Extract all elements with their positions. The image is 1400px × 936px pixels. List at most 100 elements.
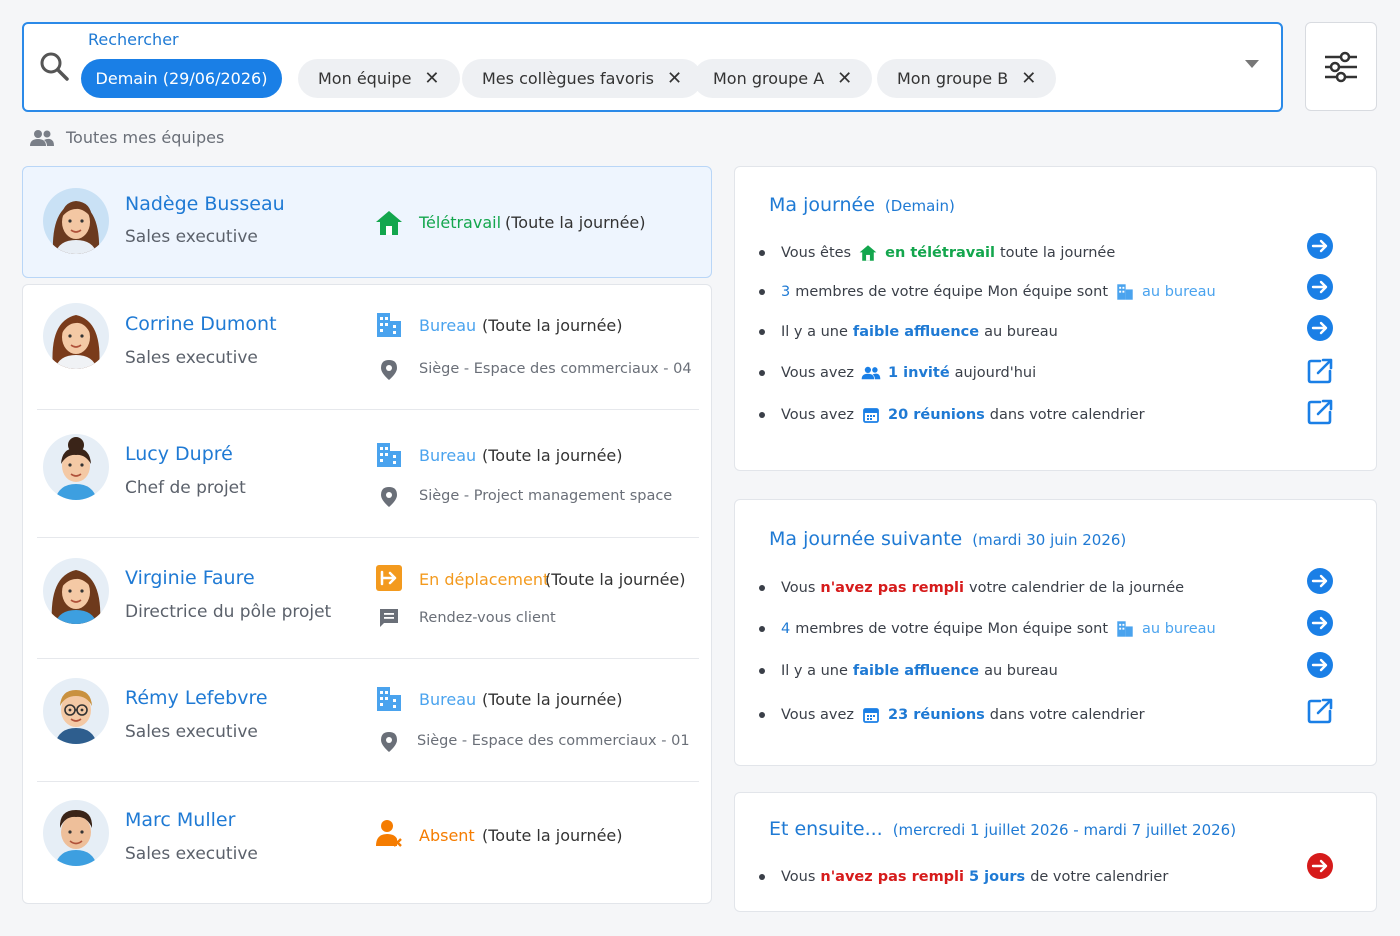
info-row: Vous avez 23 réunions dans votre calendr… [759, 702, 1336, 728]
external-link-icon[interactable] [1306, 697, 1334, 725]
comment-icon [380, 609, 398, 627]
close-icon[interactable]: ✕ [667, 68, 682, 89]
card-title: Ma journée (Demain) [769, 194, 955, 216]
chevron-down-icon[interactable] [1245, 60, 1259, 68]
info-row: Vous n'avez pas rempli 5 jours de votre … [759, 864, 1336, 890]
group-icon [30, 129, 54, 146]
member-name[interactable]: Lucy Dupré [125, 443, 233, 465]
card-subtitle: (mercredi 1 juillet 2026 - mardi 7 juill… [892, 821, 1237, 839]
row-text: membres de votre équipe Mon équipe sont [795, 284, 1109, 300]
status-duration: (Toute la journée) [482, 690, 623, 709]
member-name[interactable]: Marc Muller [125, 809, 235, 831]
member-group: Corrine Dumont Sales executive Bureau (T… [22, 284, 712, 904]
card-title-text: Et ensuite... [769, 818, 883, 840]
status-duration: (Toute la journée) [545, 570, 686, 589]
travel-icon [376, 565, 402, 591]
row-text: membres de votre équipe Mon équipe sont [795, 621, 1109, 637]
my-day-card: Ma journée (Demain) Vous êtes en télétrav… [734, 166, 1377, 471]
arrow-right-circle-icon[interactable] [1306, 314, 1334, 342]
member-name[interactable]: Corrine Dumont [125, 313, 277, 335]
chip-groupe-b[interactable]: Mon groupe B ✕ [877, 59, 1057, 98]
card-subtitle: (mardi 30 juin 2026) [972, 531, 1127, 549]
status-detail: Siège - Espace des commerciaux - 01 [417, 733, 690, 749]
building-icon [1114, 619, 1136, 639]
calendar-icon [860, 705, 882, 725]
building-icon [1114, 282, 1136, 302]
row-text: au bureau [984, 663, 1058, 679]
row-text: dans votre calendrier [989, 707, 1145, 723]
info-row: Vous êtes en télétravail toute la journé… [759, 240, 1336, 266]
avatar [43, 800, 109, 866]
row-text: Il y a une [781, 663, 848, 679]
row-text: Vous avez [781, 707, 855, 723]
row-text: votre calendrier de la journée [969, 580, 1185, 596]
calendar-icon [860, 405, 882, 425]
status-detail: Siège - Espace des commerciaux - 04 [419, 361, 692, 377]
external-link-icon[interactable] [1306, 357, 1334, 385]
row-highlight: au bureau [1142, 284, 1216, 300]
row-text: Vous êtes [781, 245, 852, 261]
member-card-lucy[interactable]: Lucy Dupré Chef de projet Bureau (Toute … [23, 410, 713, 537]
member-card-virginie[interactable]: Virginie Faure Directrice du pôle projet… [23, 538, 713, 658]
avatar [43, 303, 109, 369]
close-icon[interactable]: ✕ [1021, 68, 1036, 89]
member-name[interactable]: Virginie Faure [125, 567, 255, 589]
member-card-corrine[interactable]: Corrine Dumont Sales executive Bureau (T… [23, 285, 713, 409]
info-row: Il y a une faible affluence au bureau [759, 658, 1336, 684]
section-label: Toutes mes équipes [30, 128, 224, 147]
row-text: aujourd'hui [954, 365, 1037, 381]
chip-favoris[interactable]: Mes collègues favoris ✕ [462, 59, 703, 98]
status-duration: (Toute la journée) [482, 316, 623, 335]
card-title-text: Ma journée suivante [769, 528, 963, 550]
location-pin-icon [381, 360, 397, 380]
card-title-text: Ma journée [769, 194, 875, 216]
member-name[interactable]: Rémy Lefebvre [125, 687, 268, 709]
status-text: Télétravail [419, 213, 502, 232]
chip-groupe-a[interactable]: Mon groupe A ✕ [693, 59, 873, 98]
avatar [43, 558, 109, 624]
chip-date[interactable]: Demain (29/06/2026) [81, 59, 282, 98]
arrow-right-circle-icon[interactable] [1306, 232, 1334, 260]
building-icon [377, 313, 401, 337]
row-highlight: 20 réunions [888, 407, 985, 423]
search-icon[interactable] [38, 50, 70, 82]
row-text: au bureau [984, 324, 1058, 340]
info-row: Vous n'avez pas rempli votre calendrier … [759, 575, 1336, 601]
row-warning: n'avez pas rempli [820, 580, 964, 596]
next-day-card: Ma journée suivante (mardi 30 juin 2026) … [734, 499, 1377, 766]
arrow-right-circle-icon[interactable] [1306, 852, 1334, 880]
close-icon[interactable]: ✕ [837, 68, 852, 89]
member-card-remy[interactable]: Rémy Lefebvre Sales executive Bureau (To… [23, 659, 713, 781]
search-box[interactable]: Rechercher Demain (29/06/2026) Mon équip… [22, 22, 1283, 112]
external-link-icon[interactable] [1306, 398, 1334, 426]
building-icon [377, 687, 401, 711]
arrow-right-circle-icon[interactable] [1306, 567, 1334, 595]
info-row: 3 membres de votre équipe Mon équipe son… [759, 279, 1336, 305]
member-role: Chef de projet [125, 478, 246, 498]
arrow-right-circle-icon[interactable] [1306, 609, 1334, 637]
status-detail: Siège - Project management space [419, 488, 673, 504]
close-icon[interactable]: ✕ [424, 68, 439, 89]
status-duration: (Toute la journée) [505, 213, 646, 232]
row-highlight: faible affluence [852, 663, 980, 679]
member-card-nadege[interactable]: Nadège Busseau Sales executive Télétrava… [22, 166, 712, 278]
row-highlight: en télétravail [885, 245, 995, 261]
chip-label: Mon groupe B [897, 69, 1009, 88]
row-text: Vous [781, 869, 816, 885]
info-row: Il y a une faible affluence au bureau [759, 319, 1336, 345]
member-role: Sales executive [125, 348, 258, 368]
chip-mon-equipe[interactable]: Mon équipe ✕ [298, 59, 460, 98]
member-name[interactable]: Nadège Busseau [125, 193, 285, 215]
filter-settings-button[interactable] [1305, 22, 1377, 111]
member-card-marc[interactable]: Marc Muller Sales executive Absent (Tout… [23, 782, 713, 904]
avatar [43, 678, 109, 744]
arrow-right-circle-icon[interactable] [1306, 651, 1334, 679]
then-card: Et ensuite... (mercredi 1 juillet 2026 - … [734, 792, 1377, 912]
row-text: dans votre calendrier [989, 407, 1145, 423]
absent-icon [376, 820, 402, 847]
building-icon [377, 443, 401, 467]
arrow-right-circle-icon[interactable] [1306, 273, 1334, 301]
avatar [43, 188, 109, 254]
status-text: Bureau [419, 316, 477, 335]
member-role: Sales executive [125, 722, 258, 742]
